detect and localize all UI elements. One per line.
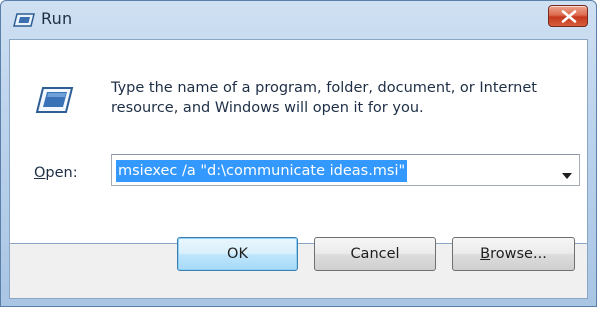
open-input[interactable]: msiexec /a "d:\communicate ideas.msi" bbox=[116, 160, 408, 182]
open-label: Open: bbox=[34, 165, 78, 181]
ok-button[interactable]: OK bbox=[177, 237, 298, 271]
close-button[interactable] bbox=[548, 5, 588, 27]
window-title: Run bbox=[41, 9, 73, 28]
open-label-text: pen: bbox=[45, 165, 78, 181]
browse-label: rowse... bbox=[490, 246, 547, 262]
dialog-content: Type the name of a program, folder, docu… bbox=[9, 39, 588, 244]
chevron-down-icon[interactable] bbox=[561, 166, 573, 179]
close-icon bbox=[561, 10, 577, 23]
dialog-description: Type the name of a program, folder, docu… bbox=[111, 80, 537, 116]
browse-button[interactable]: Browse... bbox=[452, 237, 575, 271]
open-label-mnemonic: O bbox=[34, 165, 46, 181]
run-icon bbox=[13, 12, 35, 28]
open-combobox[interactable]: msiexec /a "d:\communicate ideas.msi" bbox=[111, 154, 580, 186]
titlebar[interactable]: Run bbox=[1, 1, 596, 39]
cancel-button[interactable]: Cancel bbox=[314, 237, 436, 271]
run-program-icon bbox=[34, 85, 74, 115]
browse-mnemonic: B bbox=[480, 246, 491, 262]
